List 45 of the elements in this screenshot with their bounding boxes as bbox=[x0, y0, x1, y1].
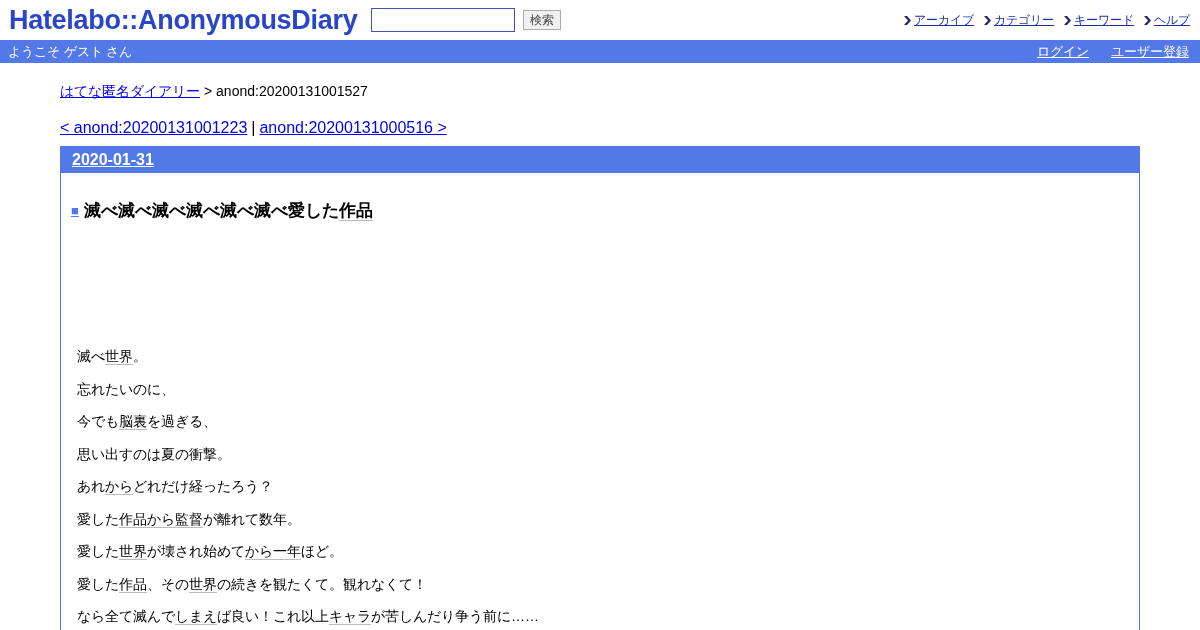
keyword-link[interactable]: キャラ bbox=[329, 608, 371, 625]
keyword-link[interactable]: 作品 bbox=[119, 510, 147, 528]
nav-link[interactable]: カテゴリー bbox=[994, 11, 1054, 29]
keyword-link[interactable]: 一年 bbox=[273, 543, 301, 560]
account-link[interactable]: ログイン bbox=[1037, 42, 1089, 61]
breadcrumb-link[interactable]: はてな匿名ダイアリー bbox=[60, 83, 200, 101]
breadcrumb-current: > anond:20200131001527 bbox=[204, 83, 368, 101]
keyword-link[interactable]: 脳裏 bbox=[119, 413, 147, 430]
body-paragraph: 愛した世界が壊され始めてから一年ほど。 bbox=[77, 542, 344, 560]
welcome-text: ようこそ ゲスト さん bbox=[8, 42, 133, 61]
arrow-icon bbox=[984, 15, 991, 25]
arrow-icon bbox=[904, 15, 911, 25]
nav-link[interactable]: アーカイブ bbox=[914, 11, 974, 29]
nav-link[interactable]: ヘルプ bbox=[1154, 11, 1190, 29]
search-button[interactable]: 検索 bbox=[523, 10, 562, 30]
entry-permalink[interactable]: ■ bbox=[71, 203, 79, 218]
body-paragraph: 今でも脳裏を過ぎる、 bbox=[77, 412, 218, 430]
prev-entry-link[interactable]: < anond:20200131001223 bbox=[60, 119, 248, 137]
keyword-link[interactable]: から bbox=[245, 543, 273, 560]
keyword-link[interactable]: 作品 bbox=[338, 201, 373, 221]
body-paragraph: 愛した作品から監督が離れて数年。 bbox=[77, 509, 302, 528]
arrow-icon bbox=[1144, 15, 1151, 25]
keyword-link[interactable]: 監督 bbox=[175, 510, 203, 528]
keyword-link[interactable]: 世界 bbox=[105, 348, 133, 365]
date-link[interactable]: 2020-01-31 bbox=[72, 151, 154, 169]
nav-link[interactable]: キーワード bbox=[1074, 11, 1134, 29]
body-paragraph: 忘れたいのに、 bbox=[77, 379, 176, 398]
account-link[interactable]: ユーザー登録 bbox=[1111, 42, 1189, 61]
search-field[interactable] bbox=[371, 8, 516, 32]
entry-title: 滅べ滅べ滅べ滅べ滅べ滅べ愛した作品 bbox=[83, 200, 373, 222]
body-paragraph: 愛した作品、その世界の続きを観たくて。観れなくて！ bbox=[77, 574, 428, 593]
body-paragraph: なら全て滅んでしまえば良い！これ以上キャラが苦しんだり争う前に…… bbox=[77, 607, 540, 625]
keyword-link[interactable]: 世界 bbox=[189, 575, 217, 593]
keyword-link[interactable]: 世界 bbox=[119, 543, 147, 560]
keyword-link[interactable]: から bbox=[105, 478, 133, 495]
body-paragraph: 滅べ世界。 bbox=[77, 347, 148, 365]
body-paragraph: あれから どれだけ経ったろう？ bbox=[77, 477, 274, 495]
next-entry-link[interactable]: anond:20200131000516 > bbox=[259, 119, 447, 137]
arrow-icon bbox=[1064, 15, 1071, 25]
site-logo[interactable]: Hatelabo::AnonymousDiary bbox=[9, 4, 358, 36]
keyword-link[interactable]: から bbox=[147, 510, 175, 528]
keyword-link[interactable]: 作品 bbox=[119, 575, 147, 593]
pager-separator: | bbox=[251, 119, 256, 137]
keyword-link[interactable]: しまえ bbox=[175, 608, 217, 625]
body-paragraph: 思い出すのは夏の衝撃。 bbox=[77, 444, 232, 463]
